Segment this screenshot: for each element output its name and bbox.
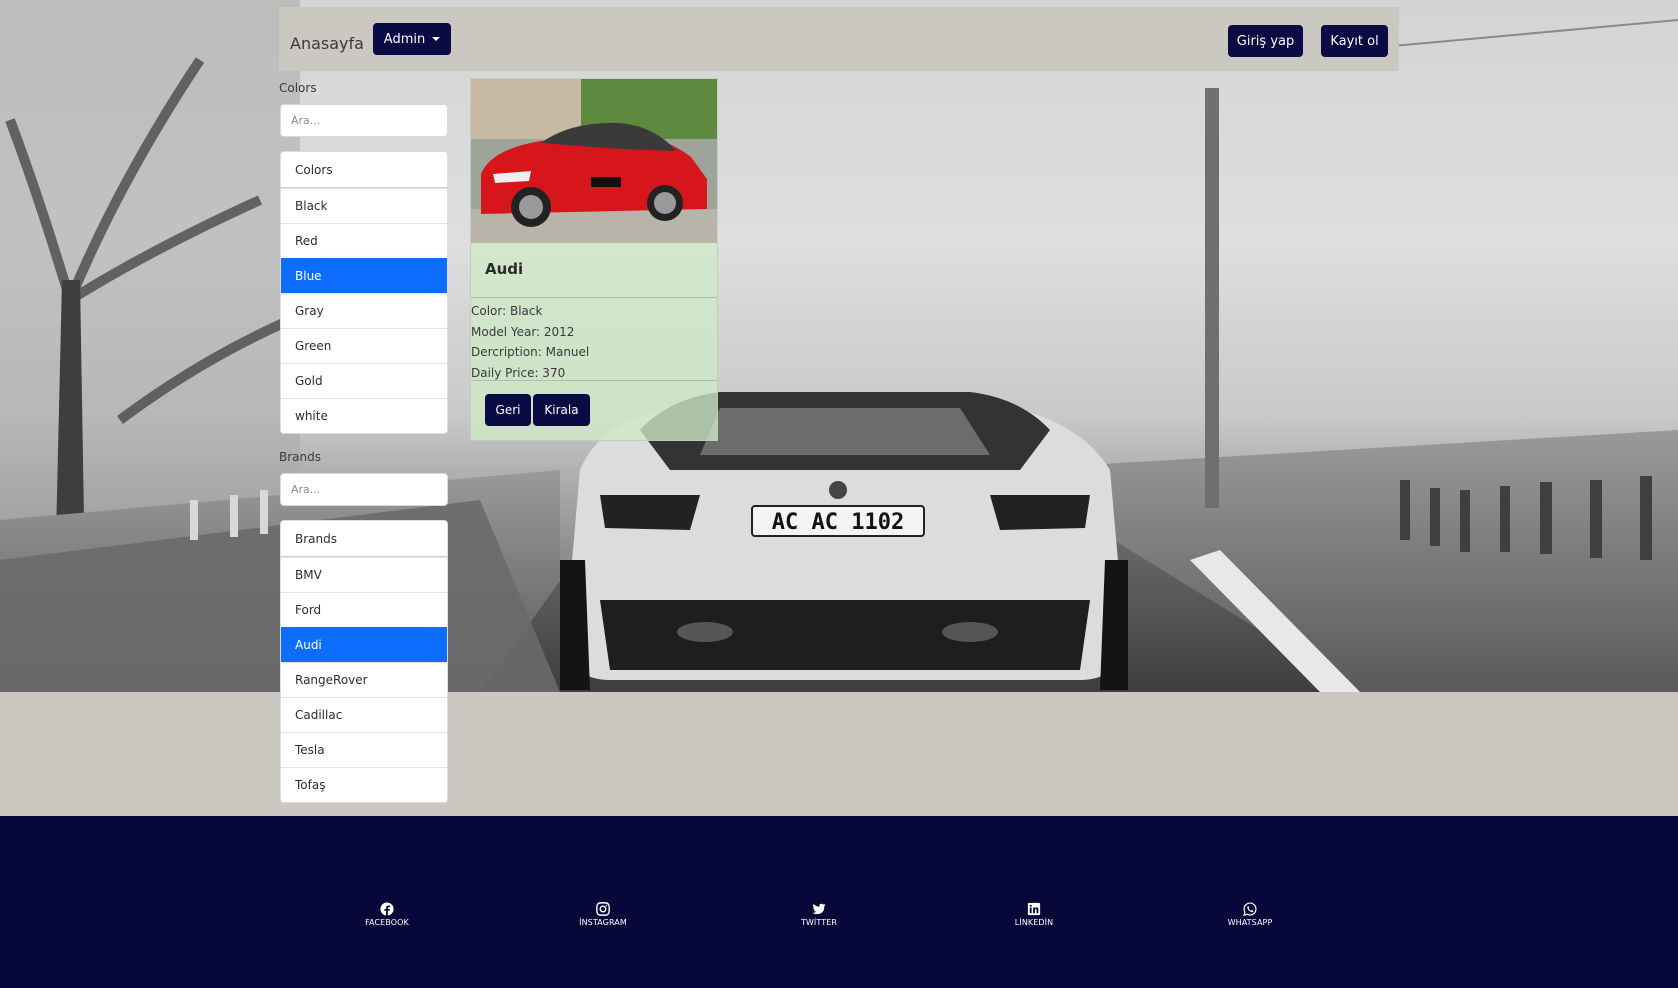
brands-list: Brands BMV Ford Audi RangeRover Cadillac… (280, 520, 448, 803)
colors-section-title: Colors (279, 81, 317, 95)
car-model-year: Model Year: 2012 (471, 324, 575, 339)
linkedin-link[interactable]: LİNKEDİN (994, 902, 1074, 927)
login-button[interactable]: Giriş yap (1228, 25, 1303, 57)
instagram-link[interactable]: İNSTAGRAM (563, 902, 643, 927)
home-link[interactable]: Anasayfa (290, 34, 364, 53)
color-item-white[interactable]: white (281, 398, 447, 433)
linkedin-icon (1027, 902, 1041, 916)
instagram-icon (596, 902, 610, 916)
caret-down-icon (432, 37, 441, 41)
color-item-gray[interactable]: Gray (281, 293, 447, 328)
colors-list-header[interactable]: Colors (281, 152, 447, 188)
brands-list-header[interactable]: Brands (281, 521, 447, 557)
color-item-green[interactable]: Green (281, 328, 447, 363)
car-detail-card: Audi Color: Black Model Year: 2012 Dercr… (470, 78, 718, 441)
brands-search-input[interactable] (280, 473, 448, 506)
hero-background-image: AC AC 1102 (0, 0, 1678, 692)
facebook-link[interactable]: FACEBOOK (347, 902, 427, 927)
back-button[interactable]: Geri (485, 394, 531, 426)
whatsapp-label: WHATSAPP (1227, 918, 1273, 927)
car-description: Dercription: Manuel (471, 345, 590, 359)
rent-button[interactable]: Kirala (533, 394, 590, 426)
brand-item-ford[interactable]: Ford (281, 592, 447, 627)
footer: FACEBOOK İNSTAGRAM TWİTTER LİNKEDİN WHAT… (0, 816, 1678, 988)
card-divider-bottom (471, 380, 717, 381)
color-item-red[interactable]: Red (281, 223, 447, 258)
red-car-photo (471, 79, 717, 243)
color-item-black[interactable]: Black (281, 188, 447, 223)
brand-item-tesla[interactable]: Tesla (281, 732, 447, 767)
color-item-gold[interactable]: Gold (281, 363, 447, 398)
facebook-icon (380, 902, 394, 916)
brand-item-audi[interactable]: Audi (281, 627, 447, 662)
brand-item-rangerover[interactable]: RangeRover (281, 662, 447, 697)
colors-list: Colors Black Red Blue Gray Green Gold wh… (280, 151, 448, 434)
twitter-link[interactable]: TWİTTER (779, 902, 859, 927)
brand-item-cadillac[interactable]: Cadillac (281, 697, 447, 732)
brand-item-tofas[interactable]: Tofaş (281, 767, 447, 802)
instagram-label: İNSTAGRAM (579, 918, 627, 927)
twitter-icon (812, 903, 826, 915)
register-button[interactable]: Kayıt ol (1321, 25, 1388, 57)
facebook-label: FACEBOOK (365, 918, 409, 927)
card-divider-top (471, 297, 717, 298)
car-color: Color: Black (471, 304, 543, 318)
linkedin-label: LİNKEDİN (1014, 918, 1054, 927)
colors-search-input[interactable] (280, 104, 448, 137)
whatsapp-link[interactable]: WHATSAPP (1210, 902, 1290, 927)
svg-text:AC AC 1102: AC AC 1102 (772, 510, 904, 535)
whatsapp-icon (1243, 902, 1257, 916)
twitter-label: TWİTTER (800, 918, 838, 927)
car-info: Color: Black Model Year: 2012 Dercriptio… (471, 301, 717, 383)
color-item-blue[interactable]: Blue (281, 258, 447, 293)
top-navbar: Anasayfa Admin Giriş yap Kayıt ol (279, 7, 1399, 71)
brands-section-title: Brands (279, 450, 321, 464)
admin-label: Admin (383, 31, 426, 47)
car-title: Audi (485, 260, 524, 278)
brand-item-bmv[interactable]: BMV (281, 557, 447, 592)
admin-dropdown-button[interactable]: Admin (373, 23, 451, 55)
